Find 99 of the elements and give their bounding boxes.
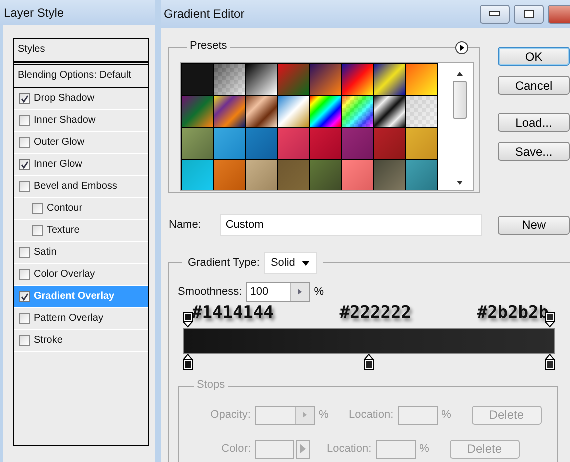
gradient-type-label: Gradient Type: (188, 257, 260, 269)
gradient-swatch[interactable] (278, 64, 309, 95)
minimize-icon (489, 11, 501, 17)
gradient-swatch[interactable] (406, 96, 437, 127)
gradient-swatch[interactable] (182, 160, 213, 190)
checkbox[interactable] (19, 335, 30, 346)
gradient-swatch[interactable] (310, 160, 341, 190)
group-label: Stops (194, 379, 228, 391)
checkbox[interactable] (19, 291, 30, 302)
name-label: Name: (168, 219, 202, 231)
gradient-type-dropdown[interactable]: Solid (264, 252, 318, 274)
gradient-swatch[interactable] (342, 96, 373, 127)
percent-label: % (440, 409, 452, 421)
gradient-swatch[interactable] (406, 160, 437, 190)
gradient-swatch[interactable] (310, 128, 341, 159)
gradient-swatch[interactable] (342, 160, 373, 190)
color-stop[interactable] (364, 354, 374, 370)
gradient-swatch[interactable] (214, 160, 245, 190)
minimize-button[interactable] (480, 4, 510, 24)
checkbox[interactable] (19, 247, 30, 258)
group-label: Presets (187, 40, 230, 52)
percent-label: % (318, 409, 330, 421)
style-item[interactable]: Inner Glow (14, 154, 148, 176)
gradient-swatch[interactable] (342, 128, 373, 159)
gradient-swatch[interactable] (182, 96, 213, 127)
gradient-swatch[interactable] (182, 64, 213, 95)
checkbox[interactable] (19, 93, 30, 104)
color-stop[interactable] (183, 354, 193, 370)
gradient-swatch[interactable] (374, 64, 405, 95)
location-label: Location: (349, 409, 395, 421)
gradient-swatch[interactable] (246, 160, 277, 190)
dialog-button[interactable]: Cancel (498, 76, 570, 95)
arrow-right-icon[interactable] (298, 289, 302, 295)
percent-label: % (314, 286, 324, 298)
gradient-swatch[interactable] (278, 96, 309, 127)
style-item[interactable]: Bevel and Emboss (14, 176, 148, 198)
smoothness-field[interactable]: 100 (246, 282, 310, 302)
gradient-swatch[interactable] (342, 64, 373, 95)
window-title: Layer Style (4, 6, 64, 20)
color-stop[interactable] (545, 354, 555, 370)
gradient-swatch[interactable] (214, 96, 245, 127)
blending-options-item[interactable]: Blending Options: Default (14, 64, 148, 88)
gradient-swatch[interactable] (214, 64, 245, 95)
style-item[interactable]: Pattern Overlay (14, 308, 148, 330)
gradient-swatch[interactable] (246, 64, 277, 95)
checkbox[interactable] (19, 137, 30, 148)
menu-icon[interactable] (455, 41, 469, 55)
gradient-swatch[interactable] (278, 128, 309, 159)
checkbox[interactable] (19, 115, 30, 126)
dialog-button[interactable]: Save... (498, 142, 570, 161)
style-item[interactable]: Contour (14, 198, 148, 220)
dialog-button[interactable]: OK (498, 47, 570, 66)
location-label: Location: (327, 443, 373, 455)
dialog-button[interactable]: Load... (498, 113, 570, 132)
arrow-right-icon[interactable] (303, 412, 307, 418)
style-item[interactable]: Outer Glow (14, 132, 148, 154)
color-annotation: #222222 (340, 303, 412, 323)
smoothness-label: Smoothness: (178, 286, 242, 298)
percent-label: % (418, 443, 430, 455)
style-item[interactable]: Stroke (14, 330, 148, 352)
caret-icon (302, 260, 310, 266)
window-title: Gradient Editor (164, 7, 245, 21)
gradient-swatch[interactable] (406, 128, 437, 159)
gradient-swatch[interactable] (246, 96, 277, 127)
gradient-swatch[interactable] (310, 64, 341, 95)
gradient-swatch[interactable] (214, 128, 245, 159)
new-button[interactable]: New (498, 216, 570, 234)
style-item[interactable]: Drop Shadow (14, 88, 148, 110)
name-field[interactable]: Custom (220, 214, 482, 236)
gradient-swatch[interactable] (374, 160, 405, 190)
arrow-right-icon (300, 444, 306, 454)
gradient-swatch[interactable] (278, 160, 309, 190)
checkbox[interactable] (19, 313, 30, 324)
style-item[interactable]: Inner Shadow (14, 110, 148, 132)
gradient-swatch[interactable] (310, 96, 341, 127)
opacity-stop[interactable] (183, 312, 193, 328)
checkbox[interactable] (19, 159, 30, 170)
style-item[interactable]: Satin (14, 242, 148, 264)
maximize-button[interactable] (514, 4, 544, 24)
gradient-swatch[interactable] (374, 128, 405, 159)
color-label: Color: (220, 443, 252, 455)
scroll-up-icon[interactable] (455, 71, 465, 77)
checkbox[interactable] (19, 269, 30, 280)
maximize-icon (523, 9, 535, 19)
checkbox[interactable] (32, 203, 43, 214)
opacity-label: Opacity: (210, 409, 252, 421)
styles-header: Styles (14, 39, 148, 63)
gradient-bar[interactable] (183, 328, 555, 354)
checkbox[interactable] (19, 181, 30, 192)
color-annotation: #2b2b2b (477, 303, 549, 323)
gradient-swatch[interactable] (406, 64, 437, 95)
scroll-down-icon[interactable] (455, 180, 465, 186)
color-annotation: #1414144 (192, 303, 274, 323)
style-item[interactable]: Texture (14, 220, 148, 242)
checkbox[interactable] (32, 225, 43, 236)
gradient-swatch[interactable] (374, 96, 405, 127)
scroll-thumb[interactable] (453, 81, 467, 119)
gradient-swatch[interactable] (246, 128, 277, 159)
gradient-swatch[interactable] (182, 128, 213, 159)
